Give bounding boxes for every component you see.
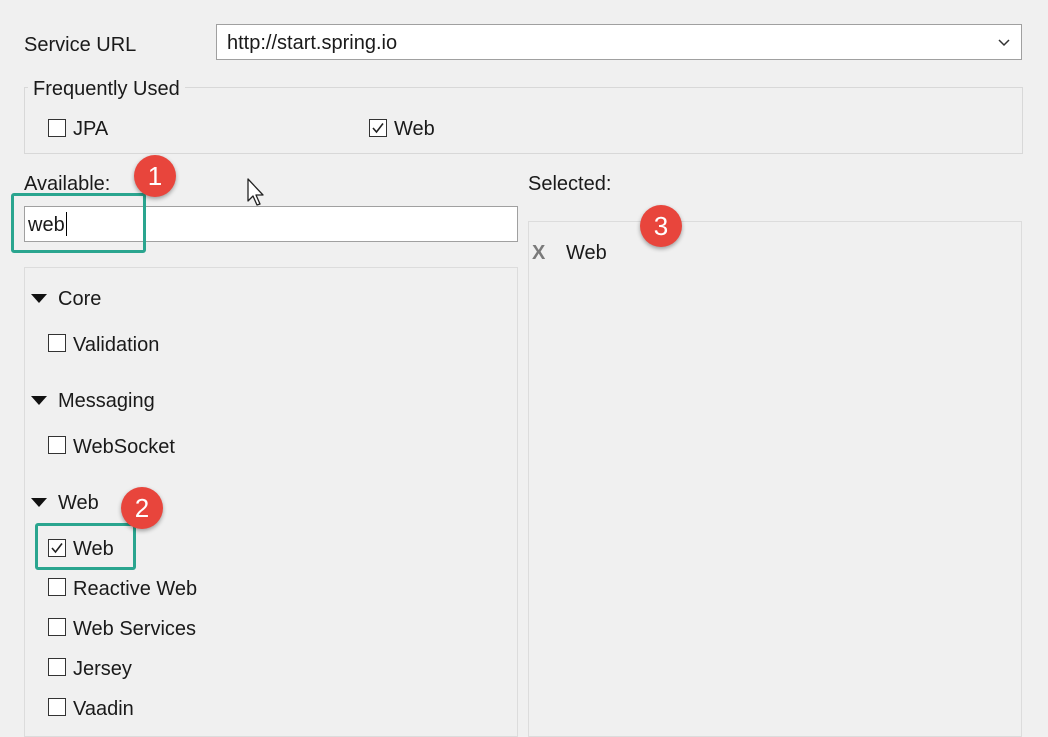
step-badge-2: 2 <box>121 487 163 529</box>
checkmark-icon <box>372 123 384 134</box>
service-url-combobox[interactable]: http://start.spring.io <box>216 24 1022 60</box>
selected-dependencies-panel <box>528 221 1022 737</box>
frequently-used-title: Frequently Used <box>28 77 185 101</box>
step-badge-1: 1 <box>134 155 176 197</box>
chevron-down-icon[interactable] <box>997 35 1011 49</box>
reactive-web-label[interactable]: Reactive Web <box>73 577 197 601</box>
category-messaging[interactable]: Messaging <box>58 389 155 413</box>
remove-dependency-icon[interactable]: X <box>532 241 545 265</box>
service-url-label: Service URL <box>24 34 137 56</box>
expand-triangle-icon[interactable] <box>31 498 47 507</box>
validation-label[interactable]: Validation <box>73 333 159 357</box>
selected-item-web: Web <box>566 242 607 264</box>
jpa-checkbox[interactable] <box>48 119 66 137</box>
web-frequent-label[interactable]: Web <box>394 117 435 141</box>
service-url-value: http://start.spring.io <box>227 32 398 54</box>
highlight-search-box <box>11 193 146 253</box>
jersey-label[interactable]: Jersey <box>73 657 132 681</box>
jersey-checkbox[interactable] <box>48 658 66 676</box>
category-core[interactable]: Core <box>58 287 101 311</box>
expand-triangle-icon[interactable] <box>31 396 47 405</box>
web-services-checkbox[interactable] <box>48 618 66 636</box>
mouse-pointer-icon <box>247 178 264 206</box>
expand-triangle-icon[interactable] <box>31 294 47 303</box>
step-badge-3: 3 <box>640 205 682 247</box>
vaadin-label[interactable]: Vaadin <box>73 697 134 721</box>
validation-checkbox[interactable] <box>48 334 66 352</box>
jpa-label[interactable]: JPA <box>73 117 108 141</box>
highlight-web-checkbox <box>35 523 136 570</box>
selected-label: Selected: <box>528 173 612 195</box>
websocket-label[interactable]: WebSocket <box>73 435 175 459</box>
web-frequent-checkbox[interactable] <box>369 119 387 137</box>
category-web[interactable]: Web <box>58 491 99 515</box>
reactive-web-checkbox[interactable] <box>48 578 66 596</box>
vaadin-checkbox[interactable] <box>48 698 66 716</box>
websocket-checkbox[interactable] <box>48 436 66 454</box>
web-services-label[interactable]: Web Services <box>73 617 196 641</box>
